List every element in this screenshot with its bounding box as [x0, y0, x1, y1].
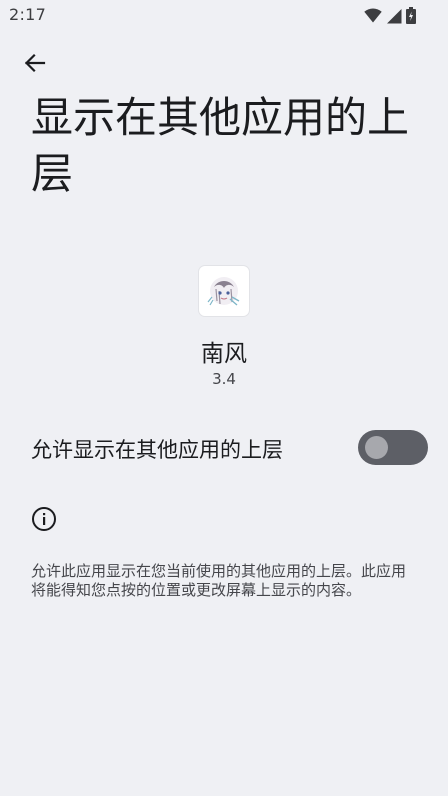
status-bar: 2:17 — [0, 0, 448, 32]
app-name: 南风 — [201, 341, 247, 367]
permission-toggle[interactable] — [358, 430, 428, 465]
wifi-icon — [364, 8, 382, 27]
status-icons — [364, 7, 416, 28]
permission-row[interactable]: 允许显示在其他应用的上层 — [0, 420, 448, 476]
permission-label: 允许显示在其他应用的上层 — [31, 438, 283, 462]
status-time: 2:17 — [9, 5, 47, 24]
permission-description: 允许此应用显示在您当前使用的其他应用的上层。此应用将能得知您点按的位置或更改屏幕… — [31, 562, 407, 599]
back-button[interactable] — [14, 44, 56, 86]
battery-icon — [406, 7, 416, 28]
app-version: 3.4 — [212, 370, 236, 388]
page-title: 显示在其他应用的上层 — [31, 93, 410, 198]
cellular-signal-icon — [386, 8, 402, 28]
toggle-knob — [365, 436, 388, 459]
arrow-back-icon — [23, 51, 47, 79]
app-icon — [199, 266, 249, 316]
info-icon — [31, 506, 57, 532]
